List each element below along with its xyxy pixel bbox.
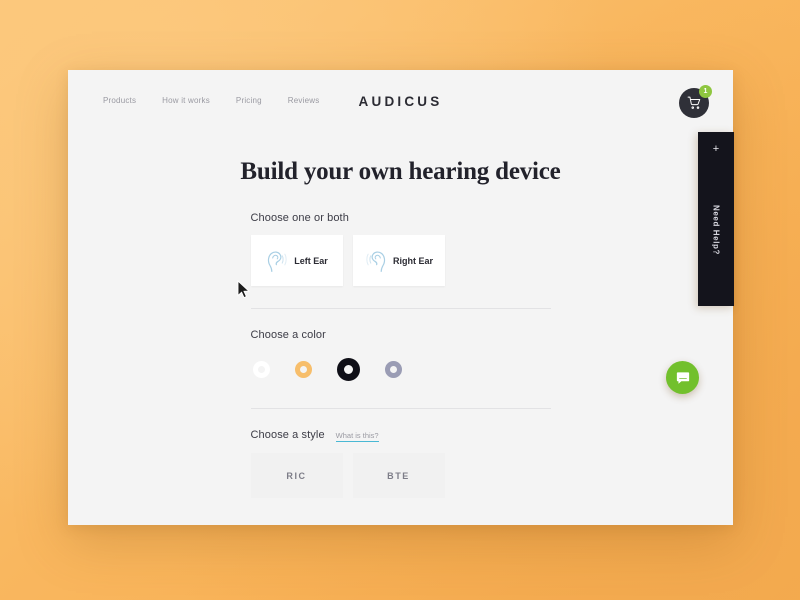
ear-section-label: Choose one or both (250, 212, 349, 224)
brand-logo[interactable]: AUDICUS (68, 94, 733, 109)
chat-bubble-icon (676, 371, 689, 384)
style-section-label: Choose a style (250, 429, 325, 441)
page-title: Build your own hearing device (240, 158, 561, 185)
ear-option-left[interactable]: Left Ear (250, 235, 343, 286)
style-section-header: Choose a style What is this? (250, 429, 551, 443)
app-window: Products How it works Pricing Reviews AU… (68, 70, 733, 525)
color-swatch-beige[interactable] (294, 360, 312, 378)
device-builder-form: Choose one or both Left Ear Right Ear Ch… (250, 212, 551, 499)
top-navigation-bar: Products How it works Pricing Reviews AU… (68, 70, 733, 134)
style-option-bte[interactable]: BTE (352, 453, 445, 499)
color-swatch-black[interactable] (336, 357, 360, 381)
color-swatch-white[interactable] (252, 360, 270, 378)
color-selection-section: Choose a color (251, 329, 551, 386)
need-help-tab[interactable]: + Need Help? (698, 132, 734, 306)
style-options-group: RIC BTE (250, 453, 551, 499)
cart-widget: 1 (679, 85, 712, 118)
what-is-this-link[interactable]: What is this? (335, 431, 379, 443)
ear-option-left-label: Left Ear (294, 255, 328, 266)
style-selection-section: Choose a style What is this? RIC BTE (250, 429, 551, 499)
style-option-ric[interactable]: RIC (250, 453, 343, 499)
ear-options-group: Left Ear Right Ear (250, 235, 551, 286)
section-divider-2 (250, 408, 551, 409)
ear-right-icon (366, 250, 386, 272)
style-option-bte-label: BTE (387, 470, 410, 481)
cart-badge-count: 1 (699, 85, 712, 98)
color-swatch-grey[interactable] (384, 360, 402, 378)
ear-option-right[interactable]: Right Ear (352, 235, 445, 286)
ear-selection-section: Choose one or both Left Ear Right Ear (250, 212, 551, 286)
ear-left-icon (268, 250, 287, 272)
chat-launcher-button[interactable] (666, 361, 699, 394)
color-swatches-group (251, 352, 551, 386)
need-help-label: Need Help? (711, 205, 721, 256)
shopping-cart-icon (687, 96, 700, 109)
ear-option-right-label: Right Ear (392, 255, 433, 266)
plus-icon: + (712, 143, 720, 155)
style-option-ric-label: RIC (286, 470, 307, 481)
section-divider-1 (250, 308, 551, 309)
color-section-label: Choose a color (250, 329, 326, 341)
